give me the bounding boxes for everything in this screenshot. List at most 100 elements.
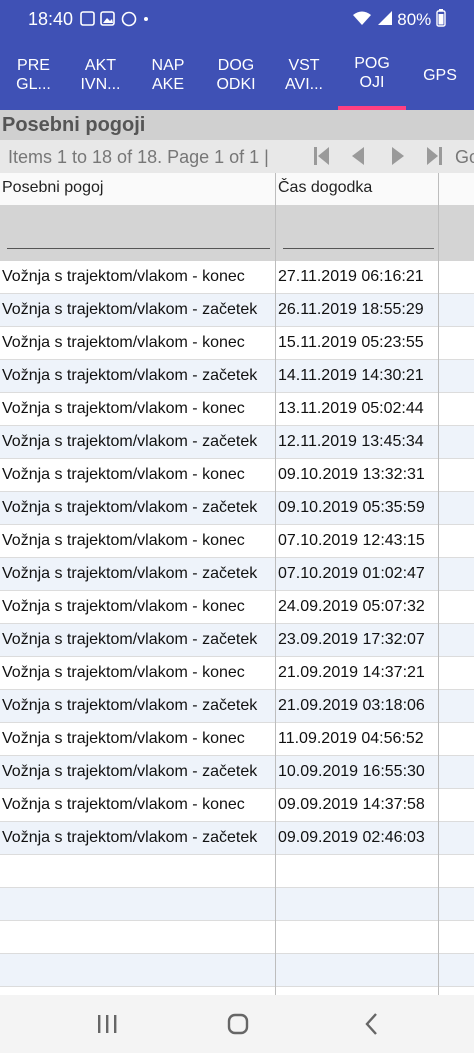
table-row[interactable]: Vožnja s trajektom/vlakom - konec 09.09.2… — [0, 789, 474, 822]
table-row[interactable]: Vožnja s trajektom/vlakom - začetek 12.11… — [0, 426, 474, 459]
cell-condition: Vožnja s trajektom/vlakom - začetek — [2, 367, 258, 384]
filter-input-condition[interactable] — [7, 248, 270, 249]
notification-icons — [80, 10, 160, 31]
cell-condition: Vožnja s trajektom/vlakom - začetek — [2, 763, 258, 780]
first-page-icon[interactable] — [310, 144, 334, 168]
table-row[interactable]: Vožnja s trajektom/vlakom - konec 15.11.2… — [0, 327, 474, 360]
tab-label: POG OJI — [354, 55, 390, 91]
cell-time: 12.11.2019 13:45:34 — [278, 433, 424, 450]
tab-gps[interactable]: GPS — [406, 40, 474, 110]
tab-label: AKT IVN... — [80, 57, 121, 93]
wifi-icon — [352, 11, 371, 25]
cell-time: 09.09.2019 14:37:58 — [278, 796, 425, 813]
cell-time: 24.09.2019 05:07:32 — [278, 598, 425, 615]
system-nav-bar — [0, 995, 474, 1053]
tab-label: DOG ODKI — [216, 57, 256, 93]
pager: Items 1 to 18 of 18. Page 1 of 1 | Go — [0, 140, 474, 173]
table-row[interactable]: Vožnja s trajektom/vlakom - konec 24.09.2… — [0, 591, 474, 624]
cell-condition: Vožnja s trajektom/vlakom - začetek — [2, 301, 258, 318]
cell-condition: Vožnja s trajektom/vlakom - začetek — [2, 433, 258, 450]
go-button[interactable]: Go — [455, 147, 474, 168]
tab-label: GPS — [423, 66, 457, 84]
cell-condition: Vožnja s trajektom/vlakom - konec — [2, 730, 245, 747]
signal-icon — [377, 11, 392, 25]
cell-time: 10.09.2019 16:55:30 — [278, 763, 425, 780]
cell-condition: Vožnja s trajektom/vlakom - začetek — [2, 631, 258, 648]
section-title: Posebni pogoji — [0, 110, 474, 140]
next-page-icon[interactable] — [386, 144, 410, 168]
table-row[interactable]: Vožnja s trajektom/vlakom - začetek 14.11… — [0, 360, 474, 393]
table-row[interactable]: Vožnja s trajektom/vlakom - začetek 26.11… — [0, 294, 474, 327]
cell-time: 27.11.2019 06:16:21 — [278, 268, 424, 285]
cell-time: 26.11.2019 18:55:29 — [278, 301, 424, 318]
cell-condition: Vožnja s trajektom/vlakom - konec — [2, 334, 245, 351]
cell-condition: Vožnja s trajektom/vlakom - začetek — [2, 697, 258, 714]
table-row[interactable]: Vožnja s trajektom/vlakom - konec 11.09.2… — [0, 723, 474, 756]
tab-label: PRE GL... — [16, 57, 51, 93]
cell-condition: Vožnja s trajektom/vlakom - konec — [2, 466, 245, 483]
cell-condition: Vožnja s trajektom/vlakom - konec — [2, 268, 245, 285]
tab-pregled[interactable]: PRE GL... — [0, 40, 67, 110]
empty-table-row — [0, 954, 474, 987]
battery-percent: 80% — [397, 10, 432, 29]
table-row[interactable]: Vožnja s trajektom/vlakom - začetek 21.09… — [0, 690, 474, 723]
last-page-icon[interactable] — [422, 144, 446, 168]
empty-table-row — [0, 855, 474, 888]
column-divider — [275, 173, 276, 995]
prev-page-icon[interactable] — [346, 144, 370, 168]
table-row[interactable]: Vožnja s trajektom/vlakom - konec 09.10.2… — [0, 459, 474, 492]
cell-condition: Vožnja s trajektom/vlakom - konec — [2, 400, 245, 417]
cell-condition: Vožnja s trajektom/vlakom - začetek — [2, 565, 258, 582]
table-row[interactable]: Vožnja s trajektom/vlakom - konec 07.10.2… — [0, 525, 474, 558]
column-header-time[interactable]: Čas dogodka — [278, 179, 372, 197]
cell-time: 11.09.2019 04:56:52 — [278, 730, 424, 747]
table-row[interactable]: Vožnja s trajektom/vlakom - začetek 07.10… — [0, 558, 474, 591]
cell-condition: Vožnja s trajektom/vlakom - konec — [2, 532, 245, 549]
table-row[interactable]: Vožnja s trajektom/vlakom - začetek 23.09… — [0, 624, 474, 657]
column-divider — [438, 173, 439, 995]
cell-time: 23.09.2019 17:32:07 — [278, 631, 425, 648]
column-header-condition[interactable]: Posebni pogoj — [2, 179, 103, 197]
back-icon[interactable] — [357, 1009, 387, 1039]
filter-row — [0, 205, 474, 261]
cell-time: 07.10.2019 01:02:47 — [278, 565, 425, 582]
battery-icon — [436, 9, 446, 27]
cell-time: 09.10.2019 13:32:31 — [278, 466, 425, 483]
table-row[interactable]: Vožnja s trajektom/vlakom - konec 27.11.2… — [0, 261, 474, 294]
cell-time: 21.09.2019 14:37:21 — [278, 664, 425, 681]
empty-table-row — [0, 921, 474, 954]
tab-dogodki[interactable]: DOG ODKI — [202, 40, 270, 110]
tab-napake[interactable]: NAP AKE — [134, 40, 202, 110]
cell-condition: Vožnja s trajektom/vlakom - začetek — [2, 829, 258, 846]
table-row[interactable]: Vožnja s trajektom/vlakom - začetek 09.09… — [0, 822, 474, 855]
status-time: 18:40 — [28, 9, 74, 29]
cell-time: 14.11.2019 14:30:21 — [278, 367, 424, 384]
recent-apps-icon[interactable] — [92, 1009, 122, 1039]
cell-time: 13.11.2019 05:02:44 — [278, 400, 424, 417]
tab-vstavi[interactable]: VST AVI... — [270, 40, 338, 110]
tab-aktivnosti[interactable]: AKT IVN... — [67, 40, 134, 110]
pager-info: Items 1 to 18 of 18. Page 1 of 1 | — [8, 147, 269, 167]
data-grid: Posebni pogoj Čas dogodka Vožnja s traje… — [0, 173, 474, 1020]
cell-condition: Vožnja s trajektom/vlakom - konec — [2, 664, 245, 681]
table-row[interactable]: Vožnja s trajektom/vlakom - konec 21.09.2… — [0, 657, 474, 690]
cell-time: 15.11.2019 05:23:55 — [278, 334, 424, 351]
table-row[interactable]: Vožnja s trajektom/vlakom - začetek 10.09… — [0, 756, 474, 789]
cell-condition: Vožnja s trajektom/vlakom - začetek — [2, 499, 258, 516]
status-right: 80% — [352, 9, 446, 30]
cell-time: 09.09.2019 02:46:03 — [278, 829, 425, 846]
cell-condition: Vožnja s trajektom/vlakom - konec — [2, 598, 245, 615]
cell-time: 21.09.2019 03:18:06 — [278, 697, 425, 714]
table-row[interactable]: Vožnja s trajektom/vlakom - konec 13.11.2… — [0, 393, 474, 426]
home-icon[interactable] — [223, 1009, 253, 1039]
filter-input-time[interactable] — [283, 248, 434, 249]
cell-time: 09.10.2019 05:35:59 — [278, 499, 425, 516]
cell-time: 07.10.2019 12:43:15 — [278, 532, 425, 549]
tab-pogoji[interactable]: POG OJI — [338, 40, 406, 110]
table-row[interactable]: Vožnja s trajektom/vlakom - začetek 09.10… — [0, 492, 474, 525]
tab-label: NAP AKE — [151, 57, 185, 93]
empty-table-row — [0, 888, 474, 921]
grid-header: Posebni pogoj Čas dogodka — [0, 173, 474, 206]
status-bar: 18:40 80% — [0, 0, 474, 40]
cell-condition: Vožnja s trajektom/vlakom - konec — [2, 796, 245, 813]
